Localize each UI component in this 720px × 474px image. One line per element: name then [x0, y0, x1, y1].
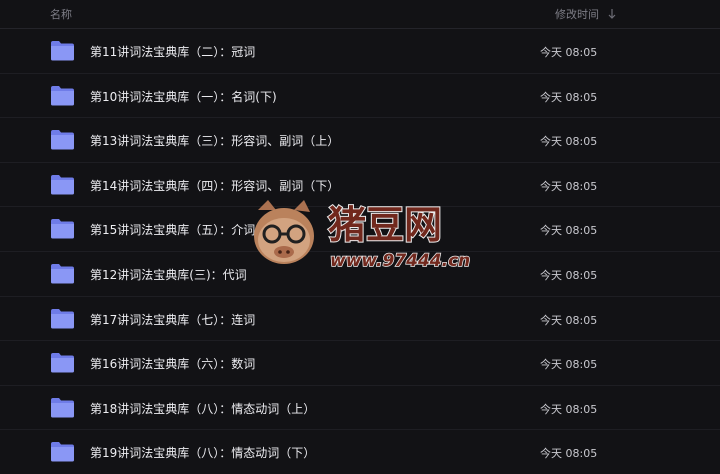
file-modified-time: 今天 08:05: [540, 90, 598, 104]
file-name[interactable]: 第10讲词法宝典库（一）：名词(下): [90, 88, 277, 105]
folder-icon: [51, 41, 74, 61]
file-modified-time: 今天 08:05: [540, 402, 598, 416]
file-modified-time: 今天 08:05: [540, 447, 598, 461]
file-modified-time: 今天 08:05: [540, 358, 598, 372]
folder-icon: [51, 85, 74, 106]
column-header-name[interactable]: 名称: [50, 6, 72, 22]
file-name[interactable]: 第12讲词法宝典库(三)：代词: [90, 266, 247, 283]
folder-icon: [51, 130, 74, 150]
file-modified-time: 今天 08:05: [540, 268, 598, 282]
folder-icon: [51, 263, 74, 284]
file-name[interactable]: 第11讲词法宝典库（二）：冠词: [90, 43, 255, 60]
list-header: 名称 修改时间: [0, 0, 720, 29]
folder-icon: [51, 174, 74, 195]
pig-mascot-icon: [254, 200, 314, 264]
file-name[interactable]: 第13讲词法宝典库（三）：形容词、副词（上）: [90, 132, 339, 149]
file-name[interactable]: 第18讲词法宝典库（八）：情态动词（上）: [90, 400, 315, 417]
watermark-logo: 猪豆网 www.97444.cn: [254, 200, 471, 272]
file-modified-time: 今天 08:05: [540, 135, 598, 149]
file-modified-time: 今天 08:05: [540, 224, 598, 238]
file-row-1[interactable]: 第11讲词法宝典库（二）：冠词 今天 08:05: [0, 29, 720, 74]
folder-icon: [51, 442, 74, 462]
sort-descending-arrow-down-icon[interactable]: [607, 8, 617, 20]
watermark-url-text: www.97444.cn: [330, 251, 470, 271]
folder-icon: [51, 219, 74, 239]
folder-icon: [51, 397, 74, 418]
folder-icon: [51, 353, 74, 373]
file-name[interactable]: 第14讲词法宝典库（四）：形容词、副词（下）: [90, 177, 339, 194]
file-modified-time: 今天 08:05: [540, 313, 598, 327]
file-row-10[interactable]: 第19讲词法宝典库（八）：情态动词（下） 今天 08:05: [0, 430, 720, 474]
file-modified-time: 今天 08:05: [540, 179, 598, 193]
folder-icon: [51, 308, 74, 329]
file-name[interactable]: 第17讲词法宝典库（七）：连词: [90, 311, 255, 328]
file-row-3[interactable]: 第13讲词法宝典库（三）：形容词、副词（上） 今天 08:05: [0, 118, 720, 163]
file-modified-time: 今天 08:05: [540, 46, 598, 59]
column-header-modified-time[interactable]: 修改时间: [555, 6, 617, 22]
file-name[interactable]: 第15讲词法宝典库（五）：介词: [90, 221, 255, 238]
file-row-2[interactable]: 第10讲词法宝典库（一）：名词(下) 今天 08:05: [0, 74, 720, 119]
watermark-brand-text: 猪豆网: [328, 203, 442, 247]
file-row-8[interactable]: 第16讲词法宝典库（六）：数词 今天 08:05: [0, 341, 720, 386]
file-name[interactable]: 第16讲词法宝典库（六）：数词: [90, 355, 255, 372]
file-row-9[interactable]: 第18讲词法宝典库（八）：情态动词（上） 今天 08:05: [0, 386, 720, 431]
file-row-7[interactable]: 第17讲词法宝典库（七）：连词 今天 08:05: [0, 297, 720, 342]
column-header-modified-time-label: 修改时间: [555, 8, 599, 21]
file-name[interactable]: 第19讲词法宝典库（八）：情态动词（下）: [90, 444, 315, 461]
